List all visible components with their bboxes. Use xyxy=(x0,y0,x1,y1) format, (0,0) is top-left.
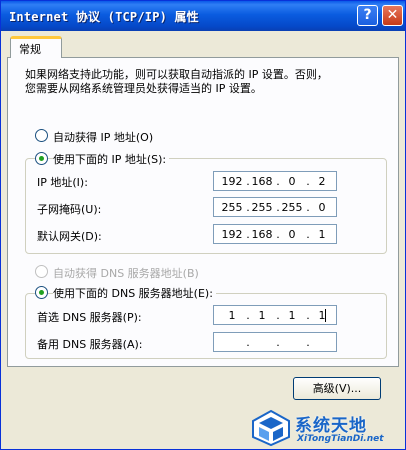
help-button[interactable]: ? xyxy=(357,5,378,26)
ip-octet[interactable]: 1 xyxy=(280,309,304,322)
intro-line-2: 您需要从网络系统管理员处获得适当的 IP 设置。 xyxy=(25,82,262,95)
ip-octet[interactable]: 0 xyxy=(280,228,304,241)
watermark-sub: XiTongTianDi.net xyxy=(297,434,384,444)
ip-address-label: IP 地址(I): xyxy=(37,176,88,189)
dns-manual-radio[interactable] xyxy=(35,286,48,299)
default-gateway-input[interactable]: 192. 168. 0. 1 xyxy=(213,224,337,244)
ip-octet[interactable]: 1 xyxy=(220,309,244,322)
ip-octet[interactable]: 255 xyxy=(250,201,274,214)
ip-octet[interactable]: 255 xyxy=(220,201,244,214)
ip-auto-radio[interactable] xyxy=(35,129,48,142)
octet-separator: . xyxy=(306,336,310,349)
ip-octet[interactable]: 168 xyxy=(250,228,274,241)
tab-general[interactable]: 常规 xyxy=(10,36,62,58)
window-title: Internet 协议 (TCP/IP) 属性 xyxy=(9,10,199,24)
alternate-dns-input[interactable]: ... xyxy=(213,332,337,352)
ip-octet[interactable]: 192 xyxy=(220,175,244,188)
watermark-text: 系统天地 xyxy=(295,416,367,436)
ip-auto-label[interactable]: 自动获得 IP 地址(O) xyxy=(53,129,153,145)
subnet-mask-label: 子网掩码(U): xyxy=(37,203,102,216)
ip-octet[interactable]: 255 xyxy=(280,201,304,214)
text-caret xyxy=(325,309,326,322)
alternate-dns-label: 备用 DNS 服务器(A): xyxy=(37,338,143,351)
dns-auto-label: 自动获得 DNS 服务器地址(B) xyxy=(53,267,199,280)
ip-address-input[interactable]: 192. 168. 0. 2 xyxy=(213,171,337,191)
octet-separator: . xyxy=(246,336,250,349)
subnet-mask-input[interactable]: 255. 255. 255. 0 xyxy=(213,197,337,217)
ip-octet[interactable]: 1 xyxy=(310,309,334,322)
tab-general-label: 常规 xyxy=(19,43,41,56)
ip-octet[interactable]: 2 xyxy=(310,175,334,188)
ip-manual-label[interactable]: 使用下面的 IP 地址(S): xyxy=(53,151,170,167)
close-button[interactable]: ✕ xyxy=(382,5,403,26)
title-bar[interactable]: Internet 协议 (TCP/IP) 属性 ? ✕ xyxy=(1,1,405,31)
ip-manual-radio[interactable] xyxy=(35,152,48,165)
ip-octet[interactable]: 1 xyxy=(310,228,334,241)
dns-manual-label[interactable]: 使用下面的 DNS 服务器地址(E): xyxy=(53,285,216,301)
intro-line-1: 如果网络支持此功能，则可以获取自动指派的 IP 设置。否则， xyxy=(25,68,328,81)
preferred-dns-input[interactable]: 1.1.1.1 xyxy=(213,305,337,325)
advanced-button[interactable]: 高级(V)... xyxy=(293,377,381,400)
ip-octet[interactable]: 0 xyxy=(310,201,334,214)
intro-text: 如果网络支持此功能，则可以获取自动指派的 IP 设置。否则， 您需要从网络系统管理… xyxy=(25,68,385,96)
octet-separator: . xyxy=(276,336,280,349)
ip-octet[interactable]: 168 xyxy=(250,175,274,188)
ip-octet[interactable]: 1 xyxy=(250,309,274,322)
ip-octet[interactable]: 192 xyxy=(220,228,244,241)
watermark: 系统天地 XiTongTianDi.net xyxy=(251,409,405,449)
dialog-window: Internet 协议 (TCP/IP) 属性 ? ✕ 常规 如果网络支持此功能… xyxy=(0,0,406,450)
default-gateway-label: 默认网关(D): xyxy=(37,230,102,243)
preferred-dns-label: 首选 DNS 服务器(P): xyxy=(37,311,142,324)
dns-auto-radio xyxy=(35,265,48,278)
ip-octet[interactable]: 0 xyxy=(280,175,304,188)
watermark-logo-icon xyxy=(252,409,290,447)
